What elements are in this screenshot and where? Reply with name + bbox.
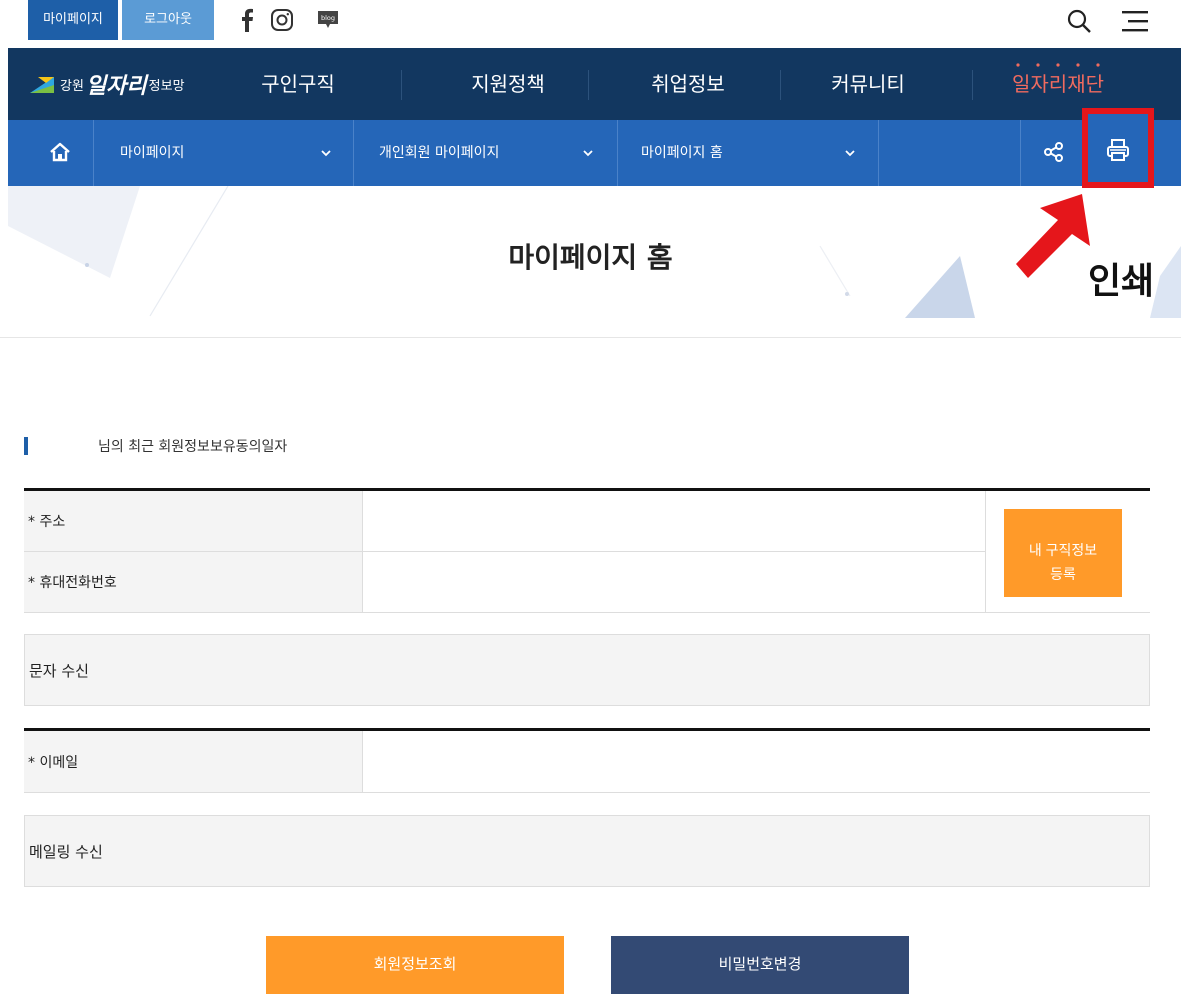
chevron-down-icon[interactable] <box>582 147 594 159</box>
logo-text-region: 강원 <box>60 78 84 94</box>
gnb-divider <box>972 70 973 100</box>
email-label: * 이메일 <box>24 731 363 792</box>
register-button-line1: 내 구직정보 <box>1028 542 1098 558</box>
main-navigation: 강원 일자리 정보망 구인구직 지원정책 취업정보 커뮤니티 일자리재단 <box>8 48 1181 120</box>
logo-text-suffix: 정보망 <box>148 78 185 94</box>
mypage-link[interactable]: 마이페이지 <box>28 0 118 40</box>
print-button[interactable] <box>1082 108 1154 188</box>
phone-value <box>363 552 985 612</box>
email-table: * 이메일 <box>24 728 1150 793</box>
change-password-button[interactable]: 비밀번호변경 <box>611 936 909 994</box>
table-row: * 주소 <box>24 491 985 552</box>
table-row: * 이메일 <box>24 731 1150 793</box>
search-icon[interactable] <box>1066 8 1092 34</box>
mailing-consent-box[interactable]: 메일링 수신 <box>24 815 1150 887</box>
share-icon[interactable] <box>1042 140 1066 164</box>
breadcrumb-level3[interactable]: 마이페이지 홈 <box>641 120 723 186</box>
consent-date-heading: 님의 최근 회원정보보유동의일자 <box>98 439 288 455</box>
utility-bar: 마이페이지 로그아웃 blog <box>0 0 1181 48</box>
gnb-divider <box>401 70 402 100</box>
register-cell: 내 구직정보 등록 <box>985 491 1150 613</box>
breadcrumb-divider <box>353 120 354 186</box>
contact-info-table: * 주소 * 휴대전화번호 내 구직정보 등록 <box>24 488 1150 613</box>
logout-link[interactable]: 로그아웃 <box>122 0 214 40</box>
page-title-band: 마이페이지 홈 <box>0 186 1181 338</box>
chevron-down-icon[interactable] <box>320 147 332 159</box>
breadcrumb: 마이페이지 개인회원 마이페이지 마이페이지 홈 <box>8 120 1181 186</box>
site-logo[interactable]: 강원 일자리 정보망 <box>28 68 185 100</box>
table-row: * 휴대전화번호 <box>24 552 985 613</box>
gnb-item-jobs[interactable]: 구인구직 <box>238 48 358 120</box>
breadcrumb-level1[interactable]: 마이페이지 <box>120 120 184 186</box>
instagram-icon[interactable] <box>270 8 294 32</box>
annotation-label: 인쇄 <box>1088 261 1155 302</box>
blog-icon[interactable]: blog <box>316 8 340 32</box>
gnb-divider <box>588 70 589 100</box>
page-title: 마이페이지 홈 <box>508 241 673 274</box>
register-job-info-button[interactable]: 내 구직정보 등록 <box>1004 509 1122 597</box>
register-button-line2: 등록 <box>1050 566 1076 582</box>
section-marker <box>24 437 28 455</box>
view-member-info-button[interactable]: 회원정보조회 <box>266 936 564 994</box>
logo-mark-icon <box>30 77 54 93</box>
annotation-arrow-icon <box>1016 194 1090 278</box>
breadcrumb-divider <box>617 120 618 186</box>
menu-icon[interactable] <box>1122 10 1150 32</box>
breadcrumb-level2[interactable]: 개인회원 마이페이지 <box>379 120 499 186</box>
breadcrumb-divider <box>93 120 94 186</box>
gnb-item-employment-info[interactable]: 취업정보 <box>608 48 768 120</box>
svg-text:blog: blog <box>321 14 335 22</box>
breadcrumb-divider <box>1020 120 1021 186</box>
breadcrumb-divider <box>878 120 879 186</box>
dots-decoration-icon <box>1016 63 1100 67</box>
home-icon[interactable] <box>48 140 72 164</box>
sms-consent-label: 문자 수신 <box>29 661 89 680</box>
sms-consent-box[interactable]: 문자 수신 <box>24 634 1150 706</box>
gnb-item-community[interactable]: 커뮤니티 <box>788 48 948 120</box>
facebook-icon[interactable] <box>240 8 254 32</box>
mailing-consent-label: 메일링 수신 <box>29 842 103 861</box>
logo-text-main: 일자리 <box>85 74 147 99</box>
gnb-divider <box>780 70 781 100</box>
chevron-down-icon[interactable] <box>844 147 856 159</box>
address-value <box>363 491 985 551</box>
gnb-item-foundation-label: 일자리재단 <box>1012 72 1104 96</box>
printer-icon <box>1107 139 1129 161</box>
address-label: * 주소 <box>24 491 363 551</box>
gnb-item-policy[interactable]: 지원정책 <box>428 48 588 120</box>
email-value <box>363 731 1150 792</box>
phone-label: * 휴대전화번호 <box>24 552 363 612</box>
